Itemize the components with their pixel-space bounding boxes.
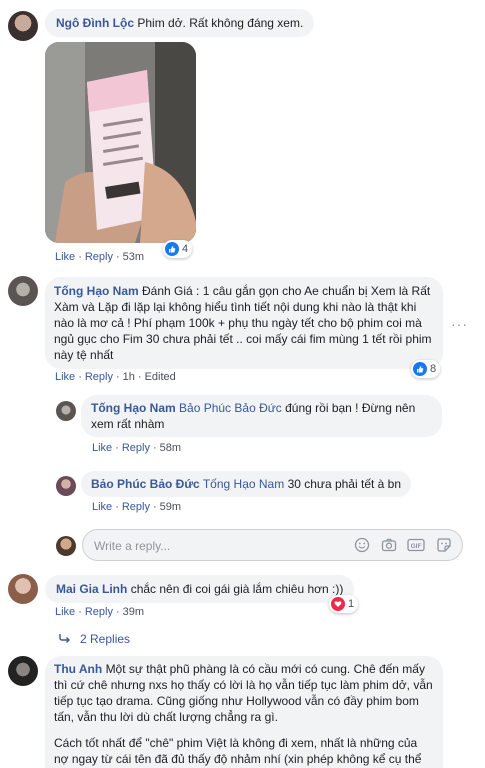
reply-button[interactable]: Reply [85,251,113,263]
reaction-count[interactable]: 4 [163,240,193,258]
avatar[interactable] [8,11,38,41]
timestamp[interactable]: 53m [123,251,144,263]
reply-actions: Like · Reply · 58m [92,442,182,454]
svg-text:GIF: GIF [411,543,422,550]
gif-icon[interactable]: GIF [407,537,425,556]
like-button[interactable]: Like [55,371,75,383]
sticker-icon[interactable] [436,537,452,556]
commenter-name[interactable]: Bảo Phúc Bảo Đức [91,477,200,491]
mention-tag[interactable]: Bảo Phúc Bảo Đức [179,401,282,415]
reaction-count[interactable]: 1 [329,595,359,613]
comment-text: chắc nên đi coi gái già lắm chiêu hơn :)… [130,582,344,596]
reply-button[interactable]: Reply [85,606,113,618]
avatar[interactable] [56,536,76,556]
reply-input[interactable]: Write a reply... GIF [82,529,463,561]
timestamp[interactable]: 39m [123,606,144,618]
comment-actions: Like · Reply · 1h · Edited [55,371,176,383]
timestamp[interactable]: 59m [160,501,181,513]
commenter-name[interactable]: Mai Gia Linh [56,582,127,596]
comment-bubble: Ngô Đình Lộc Phim dở. Rất không đáng xem… [45,9,315,37]
avatar[interactable] [56,476,76,496]
heart-icon [331,597,345,611]
reply-bubble: Bảo Phúc Bảo Đức Tống Hạo Nam 30 chưa ph… [81,471,412,497]
commenter-name[interactable]: Tống Hạo Nam [54,284,139,298]
commenter-name[interactable]: Thu Anh [54,662,102,676]
view-replies-link[interactable]: 2 Replies [59,632,130,646]
like-button[interactable]: Like [92,501,112,513]
avatar[interactable] [8,574,38,604]
like-button[interactable]: Like [55,251,75,263]
reply-button[interactable]: Reply [122,442,150,454]
reaction-count[interactable]: 8 [411,360,441,378]
like-icon [413,362,427,376]
reply-placeholder: Write a reply... [94,539,171,553]
reply-button[interactable]: Reply [85,371,113,383]
comment-text: Một sự thật phũ phàng là có cầu mới có c… [54,662,433,724]
like-icon [165,242,179,256]
commenter-name[interactable]: Ngô Đình Lộc [56,16,134,30]
comment-text: 30 chưa phải tết à bn [287,477,402,491]
like-button[interactable]: Like [92,442,112,454]
comment-actions: Like · Reply · 39m [55,606,145,618]
timestamp[interactable]: 1h [123,371,135,383]
edited-label[interactable]: Edited [145,371,176,383]
comment-text-paragraph: Cách tốt nhất để "chê" phim Việt là khôn… [54,736,422,766]
like-button[interactable]: Like [55,606,75,618]
comment-actions: Like · Reply · 53m [55,251,145,263]
reply-arrow-icon [59,632,71,646]
comment-bubble: Thu Anh Một sự thật phũ phàng là có cầu … [45,656,443,768]
reply-actions: Like · Reply · 59m [92,501,182,513]
timestamp[interactable]: 58m [160,442,181,454]
ticket-photo[interactable] [45,42,196,243]
comment-text: Phim dở. Rất không đáng xem. [137,16,304,30]
reply-button[interactable]: Reply [122,501,150,513]
commenter-name[interactable]: Tống Hạo Nam [91,401,176,415]
avatar[interactable] [8,656,38,686]
avatar[interactable] [56,401,76,421]
comment-bubble: Tống Hạo Nam Đánh Giá : 1 câu gắn gọn ch… [45,277,443,369]
camera-icon[interactable] [381,537,397,556]
comment-bubble: Mai Gia Linh chắc nên đi coi gái già lắm… [45,575,355,603]
reply-bubble: Tống Hạo Nam Bảo Phúc Bảo Đức đúng rồi b… [81,395,442,437]
emoji-icon[interactable] [354,537,370,556]
avatar[interactable] [8,276,38,306]
mention-tag[interactable]: Tống Hạo Nam [203,477,284,491]
more-options-icon[interactable]: ··· [451,316,468,332]
